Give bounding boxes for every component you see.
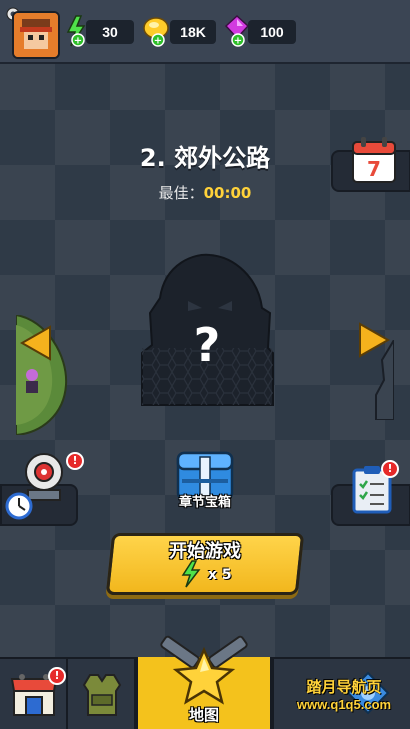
gems-value: 100 [248,20,296,44]
energy-icon: + [66,15,86,47]
event-alert-badge: ! [66,452,84,470]
nav-map-label: 地图 [188,706,219,724]
svg-text:+: + [74,36,82,47]
best-label: 最佳： [158,184,204,202]
timer-clock-icon [5,492,33,520]
watermark-url: www.q1q5.com [296,697,392,712]
start-energy-icon [181,560,201,588]
nav-tab-equipment[interactable] [68,659,136,729]
quest-alert-badge: ! [381,460,399,478]
daily-calendar-button[interactable]: 7 [331,137,410,192]
calendar-icon: 7 [352,137,396,183]
chapter-chest-label: 章节宝箱 [178,495,231,510]
start-game-label: 开始游戏 [169,541,241,562]
best-time-value: 00:00 [203,184,252,202]
previous-chapter-arrow-icon[interactable] [20,325,52,361]
svg-text:+: + [234,36,242,47]
energy-value: 30 [86,20,134,44]
gold-icon: + [143,17,169,47]
boss-silhouette[interactable]: ? [140,253,275,408]
map-guns-star-icon [160,635,248,705]
top-bar: + 30 + 18K + 100 [0,0,410,64]
player-avatar[interactable] [12,11,60,59]
boss-unknown-mark: ? [194,318,221,372]
watermark-title: 踏月导航页 [306,678,382,696]
armor-vest-icon [82,674,122,716]
player-portrait-icon [14,13,58,57]
next-chapter-arrow-icon[interactable] [358,322,390,358]
watermark: 踏月导航页 www.q1q5.com [281,676,407,712]
calendar-day: 7 [367,157,381,181]
shop-alert-badge: ! [48,667,66,685]
svg-text:+: + [154,36,162,47]
start-energy-cost: x 5 [208,567,232,583]
gold-value: 18K [170,20,216,44]
